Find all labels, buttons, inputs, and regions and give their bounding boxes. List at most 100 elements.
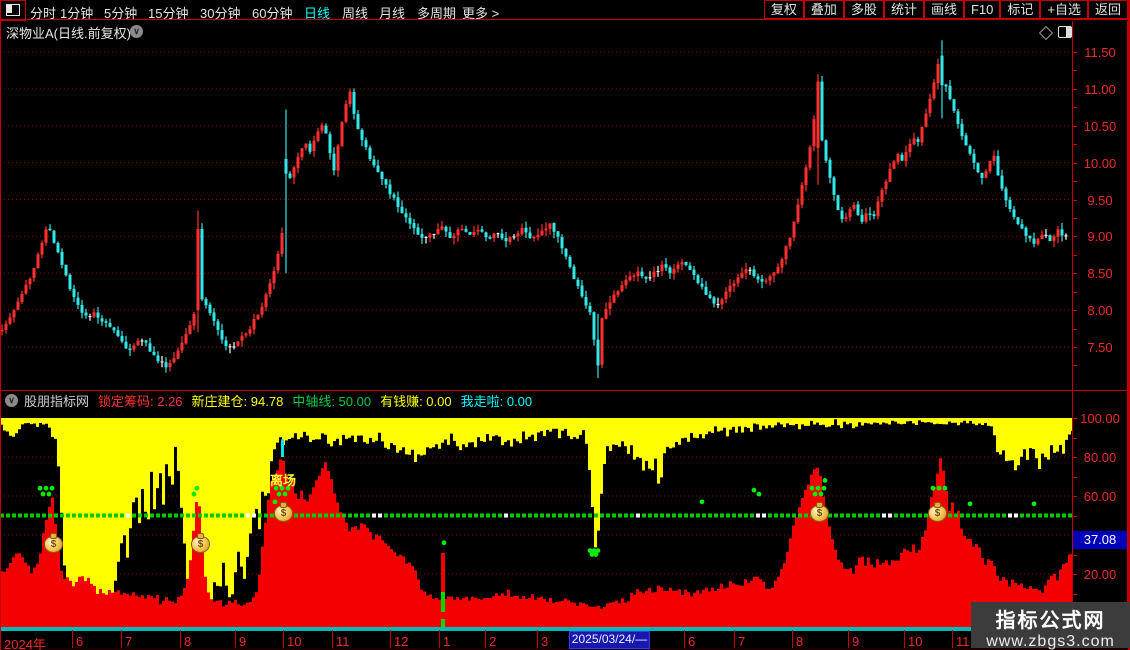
axis-minor-tick — [1073, 236, 1077, 237]
indicator-field-4: 我走啦: 0.00 — [460, 393, 533, 409]
ind-tick-0: 100.00 — [1080, 411, 1120, 426]
price-tick-3: 10.00 — [1083, 155, 1117, 171]
axis-minor-tick — [1073, 163, 1077, 164]
money-bag-icon: $ — [44, 532, 63, 553]
timeline-month-15[interactable]: 11 — [956, 634, 970, 649]
axis-minor-tick — [1073, 418, 1077, 419]
indicator-header: 股朋指标网 锁定筹码: 2.26 新庄建仓: 94.78 中轴线: 50.00 有钱赚:… — [24, 392, 541, 409]
axis-line-inner — [1072, 21, 1073, 648]
indicator-field-3: 有钱赚: 0.00 — [380, 393, 452, 409]
axis-minor-tick — [1073, 52, 1077, 53]
price-tick-6: 8.50 — [1087, 266, 1113, 282]
axis-minor-tick — [1073, 181, 1077, 182]
indicator-value-badge: 37.08 — [1073, 531, 1127, 549]
axis-minor-tick — [1073, 310, 1077, 311]
axis-minor-tick — [1073, 347, 1077, 348]
axis-minor-tick — [1073, 594, 1077, 595]
timeline-separator — [72, 630, 73, 648]
timeline-month-8[interactable]: 2 — [489, 634, 496, 649]
ind-tick-3: 20.00 — [1083, 567, 1117, 582]
axis-minor-tick — [1073, 126, 1077, 127]
timeline-separator — [121, 630, 122, 648]
watermark-url: www.zbgs3.com — [986, 633, 1115, 650]
split-pane-icon[interactable] — [1058, 26, 1072, 38]
layout-icon[interactable] — [0, 0, 26, 21]
toolbar-button-4[interactable]: 画线 — [923, 0, 964, 19]
indicator-field-1: 新庄建仓: 94.78 — [191, 393, 284, 409]
timeline-separator — [537, 630, 538, 648]
toolbar-button-6[interactable]: 标记 — [1000, 0, 1041, 19]
selected-date-badge: 2025/03/24/— — [569, 631, 650, 649]
toolbar-button-2[interactable]: 多股 — [843, 0, 884, 19]
timeline-separator — [283, 630, 284, 648]
timeline-separator — [235, 630, 236, 648]
axis-minor-tick — [1073, 477, 1077, 478]
axis-minor-tick — [1073, 255, 1077, 256]
price-tick-1: 11.00 — [1084, 81, 1116, 97]
timeline-month-10[interactable]: 6 — [688, 634, 695, 649]
timeline-separator — [332, 630, 333, 648]
timeline-month-11[interactable]: 7 — [738, 634, 745, 649]
timeline-separator — [792, 630, 793, 648]
axis-minor-tick — [1073, 365, 1077, 366]
stock-app-window: 分时 1分钟 5分钟 15分钟 30分钟 60分钟 日线 周线 月线 多周期 更多 > 复权 叠加 多股… — [0, 0, 1130, 650]
toolbar-button-1[interactable]: 叠加 — [803, 0, 844, 19]
timeline-separator — [390, 630, 391, 648]
toolbar-button-8[interactable]: 返回 — [1087, 0, 1128, 19]
axis-minor-tick — [1073, 273, 1077, 274]
timeline-month-9[interactable]: 3 — [541, 634, 548, 649]
toolbar-button-7[interactable]: +自选 — [1040, 0, 1088, 19]
timeline-month-6[interactable]: 12 — [394, 634, 408, 649]
price-tick-8: 7.50 — [1087, 340, 1113, 355]
timeline-month-7[interactable]: 1 — [443, 634, 450, 649]
timeline-month-1[interactable]: 7 — [125, 634, 132, 649]
money-bag-icon: $ — [928, 501, 947, 522]
timeline-month-2[interactable]: 8 — [184, 634, 191, 649]
axis-minor-tick — [1073, 218, 1077, 219]
axis-minor-tick — [1073, 438, 1077, 439]
timeline-separator — [439, 630, 440, 648]
axis-minor-tick — [1073, 70, 1077, 71]
timeline-separator — [180, 630, 181, 648]
price-tick-0: 11.50 — [1084, 45, 1116, 60]
indicator-field-2: 中轴线: 50.00 — [292, 393, 372, 409]
timeline-month-5[interactable]: 11 — [336, 634, 350, 649]
axis-minor-tick — [1073, 89, 1077, 90]
toolbar-button-5[interactable]: F10 — [963, 0, 1001, 19]
axis-minor-tick — [1073, 200, 1077, 201]
toolbar-right-buttons: 复权 叠加 多股 统计 画线 F10 标记 +自选 返回 — [763, 0, 1128, 19]
timeline-month-3[interactable]: 9 — [239, 634, 246, 649]
timeline-separator — [952, 630, 953, 648]
axis-minor-tick — [1073, 144, 1077, 145]
indicator-chart[interactable] — [0, 408, 1072, 630]
watermark: 指标公式网 www.zbgs3.com — [971, 602, 1130, 650]
price-tick-2: 10.50 — [1083, 118, 1117, 134]
toolbar-divider — [0, 19, 1130, 20]
money-bag-icon: $ — [274, 501, 293, 522]
money-bag-icon: $ — [191, 532, 210, 553]
ind-tick-1: 80.00 — [1083, 450, 1117, 465]
timeline-separator — [734, 630, 735, 648]
timeline-month-13[interactable]: 9 — [852, 634, 859, 649]
timeline-separator — [485, 630, 486, 648]
exit-signal-label: 离场 — [270, 473, 297, 489]
toolbar-button-3[interactable]: 统计 — [883, 0, 924, 19]
zero-line — [0, 629, 1072, 631]
price-tick-5: 9.00 — [1087, 229, 1113, 245]
axis-minor-tick — [1073, 457, 1077, 458]
timeline-month-12[interactable]: 8 — [796, 634, 803, 649]
timeline-month-0[interactable]: 6 — [76, 634, 83, 649]
timeline-month-14[interactable]: 10 — [908, 634, 922, 649]
indicator-chevron-icon[interactable]: ∨ — [5, 394, 18, 407]
ind-tick-2: 60.00 — [1083, 489, 1117, 504]
timeline-month-4[interactable]: 10 — [287, 634, 301, 649]
main-candlestick-chart[interactable] — [0, 40, 1072, 390]
timeline-separator — [848, 630, 849, 648]
axis-minor-tick — [1073, 329, 1077, 330]
chevron-down-icon[interactable]: ∨ — [130, 25, 143, 38]
watermark-title: 指标公式网 — [995, 610, 1106, 632]
axis-minor-tick — [1073, 107, 1077, 108]
axis-minor-tick — [1073, 292, 1077, 293]
toolbar-button-0[interactable]: 复权 — [763, 0, 804, 19]
diamond-icon[interactable] — [1038, 25, 1054, 41]
